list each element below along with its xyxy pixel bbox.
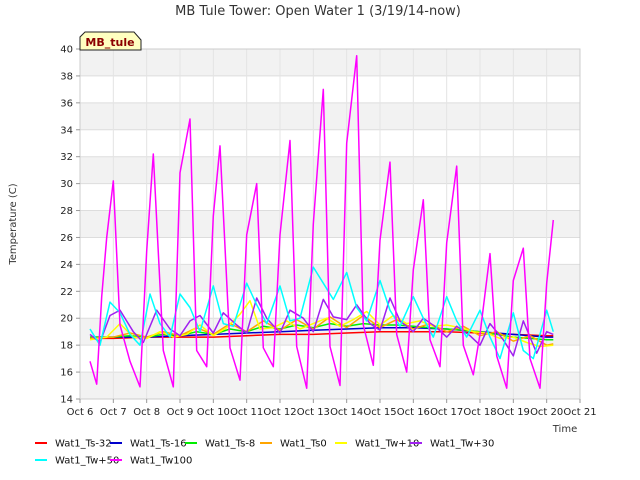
- x-tick-label: Oct 19: [497, 407, 530, 418]
- plot-band: [80, 75, 580, 103]
- x-tick-label: Oct 14: [330, 407, 363, 418]
- y-tick-label: 28: [60, 206, 73, 217]
- plot-band: [80, 102, 580, 130]
- y-tick-label: 26: [60, 233, 73, 244]
- legend-label: Wat1_Tw+30: [430, 439, 494, 450]
- plot-band: [80, 129, 580, 157]
- y-axis-ticks: 14 16 18 20 22 24 26 28 30 32 34 36 38 40: [60, 45, 80, 406]
- y-tick-label: 20: [60, 314, 73, 325]
- chart-title: MB Tule Tower: Open Water 1 (3/19/14-now…: [175, 4, 461, 19]
- x-tick-label: Oct 18: [463, 407, 496, 418]
- x-axis-label: Time: [552, 424, 577, 435]
- x-tick-label: Oct 13: [297, 407, 330, 418]
- y-axis-label: Temperature (C): [8, 183, 19, 265]
- legend-label: Wat1_Tw+50: [55, 456, 119, 467]
- chart: MB Tule Tower: Open Water 1 (3/19/14-now…: [8, 4, 597, 467]
- station-badge-label: MB_tule: [85, 36, 134, 49]
- plot-band: [80, 49, 580, 76]
- x-tick-label: Oct 8: [133, 407, 160, 418]
- legend-label: Wat1_Ts-8: [205, 439, 255, 450]
- legend-label: Wat1_Tw+10: [355, 439, 419, 450]
- station-badge: MB_tule: [79, 31, 142, 51]
- legend-label: Wat1_Ts-16: [130, 439, 187, 450]
- x-axis-ticks: Oct 6 Oct 7 Oct 8 Oct 9 Oct 10 Oct 11 Oct 12 Oc…: [67, 399, 597, 418]
- y-tick-label: 34: [60, 125, 73, 136]
- y-tick-label: 38: [60, 71, 73, 82]
- y-tick-label: 14: [60, 395, 73, 406]
- x-tick-label: Oct 12: [263, 407, 296, 418]
- y-tick-label: 30: [60, 179, 73, 190]
- plot-band: [80, 264, 580, 292]
- legend-label: Wat1_Ts0: [280, 439, 327, 450]
- x-tick-label: Oct 11: [230, 407, 263, 418]
- x-tick-label: Oct 7: [100, 407, 127, 418]
- x-tick-label: Oct 20: [530, 407, 563, 418]
- y-tick-label: 36: [60, 98, 73, 109]
- plot-band: [80, 372, 580, 399]
- legend-label: Wat1_Tw100: [130, 456, 192, 467]
- legend: Wat1_Ts-32 Wat1_Ts-16 Wat1_Ts-8 Wat1_Ts0 Wat…: [35, 439, 494, 467]
- plot-band: [80, 237, 580, 265]
- x-tick-label: Oct 6: [67, 407, 94, 418]
- y-tick-label: 18: [60, 341, 73, 352]
- x-tick-label: Oct 9: [167, 407, 194, 418]
- plot-band: [80, 210, 580, 238]
- legend-label: Wat1_Ts-32: [55, 439, 112, 450]
- y-tick-label: 24: [60, 260, 73, 271]
- y-tick-label: 16: [60, 368, 73, 379]
- x-tick-label: Oct 10: [197, 407, 230, 418]
- x-tick-label: Oct 17: [430, 407, 463, 418]
- y-tick-label: 22: [60, 287, 73, 298]
- x-tick-label: Oct 15: [363, 407, 396, 418]
- x-tick-label: Oct 21: [563, 407, 596, 418]
- y-tick-label: 32: [60, 152, 73, 163]
- x-tick-label: Oct 16: [397, 407, 430, 418]
- y-tick-label: 40: [60, 45, 73, 56]
